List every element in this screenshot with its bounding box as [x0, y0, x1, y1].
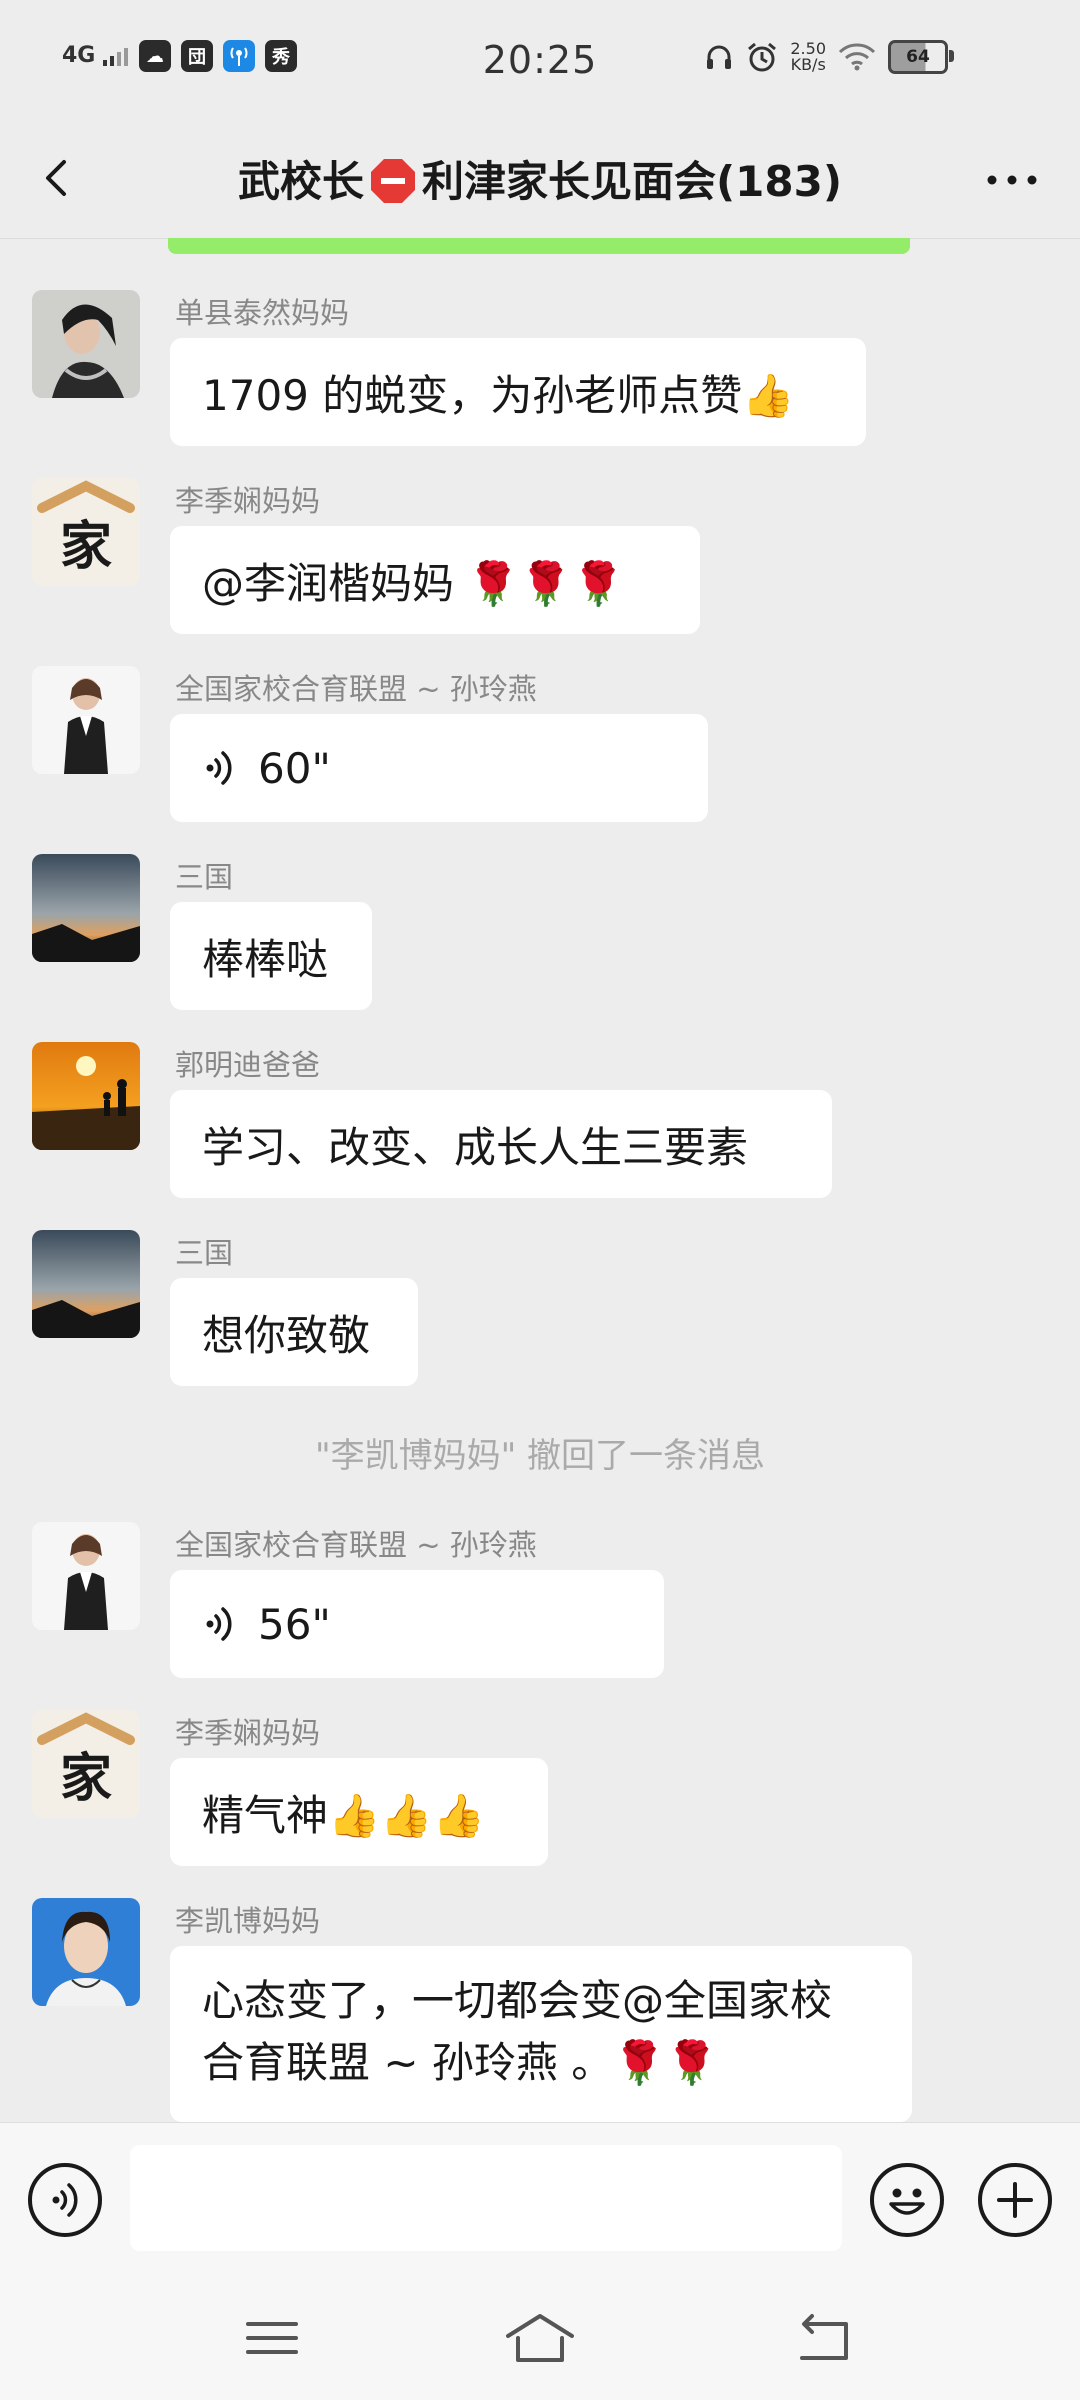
previous-message-bubble-edge: [168, 238, 910, 254]
stop-sign-icon: [370, 159, 415, 203]
message-bubble[interactable]: 精气神👍👍👍: [170, 1758, 548, 1866]
message-text: 精气神👍👍👍: [202, 1790, 485, 1840]
message-text: 棒棒哒: [202, 934, 329, 984]
avatar[interactable]: [32, 1230, 140, 1338]
status-right: 2.50 KB/s 64: [704, 40, 954, 74]
menu-icon[interactable]: [240, 2308, 304, 2368]
sender-name: 李季娴妈妈: [175, 484, 321, 518]
message-text: @李润楷妈妈 🌹🌹🌹: [202, 558, 625, 608]
avatar[interactable]: [32, 854, 140, 962]
sender-name: 李季娴妈妈: [175, 1716, 321, 1750]
message-text-line1: 心态变了，一切都会变@全国家校: [202, 1976, 833, 2025]
message-bubble[interactable]: 心态变了，一切都会变@全国家校 合育联盟 ~ 孙玲燕 。🌹🌹: [170, 1946, 912, 2122]
voice-icon: [52, 2183, 78, 2217]
recall-notice: "李凯博妈妈" 撤回了一条消息: [314, 1436, 766, 1476]
back-nav-icon[interactable]: [792, 2308, 856, 2368]
chat-title: 武校长 利津家长见面会(183): [120, 148, 960, 209]
sender-name: 李凯博妈妈: [175, 1904, 321, 1938]
voice-icon: [206, 1607, 232, 1641]
avatar[interactable]: [32, 1042, 140, 1150]
sender-name: 三国: [175, 860, 234, 894]
sender-name: 三国: [175, 1236, 234, 1270]
message-bubble[interactable]: 1709 的蜕变，为孙老师点赞👍: [170, 338, 866, 446]
message-bubble[interactable]: 棒棒哒: [170, 902, 372, 1010]
sender-name: 单县泰然妈妈: [175, 296, 350, 330]
voice-message-bubble[interactable]: 60": [170, 714, 708, 822]
message-text: 想你致敬: [202, 1310, 371, 1360]
wifi-icon: [838, 43, 876, 71]
avatar[interactable]: [32, 290, 140, 398]
emoji-button[interactable]: [870, 2163, 944, 2237]
speed-unit: KB/s: [790, 55, 826, 74]
message-text: 1709 的蜕变，为孙老师点赞👍: [202, 370, 795, 420]
title-part2: 利津家长见面会(183): [421, 157, 843, 206]
message-text-line2: 合育联盟 ~ 孙玲燕 。🌹🌹: [202, 2038, 718, 2087]
status-bar: 4G ☁ 団 秀 20:25 2.50 KB/s 64: [0, 0, 1080, 120]
home-icon[interactable]: [502, 2308, 578, 2368]
title-bar: 武校长 利津家长见面会(183): [0, 120, 1080, 239]
avatar[interactable]: [32, 1898, 140, 2006]
avatar-glyph: 家: [60, 1748, 112, 1809]
voice-toggle-button[interactable]: [28, 2163, 102, 2237]
avatar[interactable]: 家: [32, 1710, 140, 1818]
plus-icon: [997, 2182, 1033, 2218]
voice-message-bubble[interactable]: 56": [170, 1570, 664, 1678]
message-bubble[interactable]: 学习、改变、成长人生三要素: [170, 1090, 832, 1198]
battery-level: 64: [906, 47, 930, 67]
avatar-glyph: 家: [60, 516, 112, 577]
avatar[interactable]: [32, 666, 140, 774]
message-text: 学习、改变、成长人生三要素: [202, 1122, 749, 1172]
alarm-icon: [748, 42, 777, 72]
more-functions-button[interactable]: [978, 2163, 1052, 2237]
more-icon[interactable]: [982, 170, 1042, 190]
avatar[interactable]: 家: [32, 478, 140, 586]
network-speed: 2.50 KB/s: [790, 41, 826, 73]
message-bubble[interactable]: @李润楷妈妈 🌹🌹🌹: [170, 526, 700, 634]
headphones-icon: [707, 45, 732, 69]
message-bubble[interactable]: 想你致敬: [170, 1278, 418, 1386]
avatar[interactable]: [32, 1522, 140, 1630]
system-nav-bar: [0, 2278, 1080, 2400]
battery-icon: 64: [888, 40, 954, 74]
input-bar: [0, 2122, 1080, 2279]
title-part1: 武校长: [237, 157, 364, 206]
back-icon[interactable]: [32, 148, 92, 208]
sender-name: 全国家校合育联盟 ~ 孙玲燕: [175, 672, 537, 706]
voice-icon: [206, 751, 232, 785]
voice-duration: 56": [258, 1599, 331, 1649]
voice-duration: 60": [258, 743, 331, 793]
smiley-icon: [889, 2188, 925, 2215]
sender-name: 全国家校合育联盟 ~ 孙玲燕: [175, 1528, 537, 1562]
sender-name: 郭明迪爸爸: [175, 1048, 321, 1082]
message-input[interactable]: [130, 2145, 842, 2251]
